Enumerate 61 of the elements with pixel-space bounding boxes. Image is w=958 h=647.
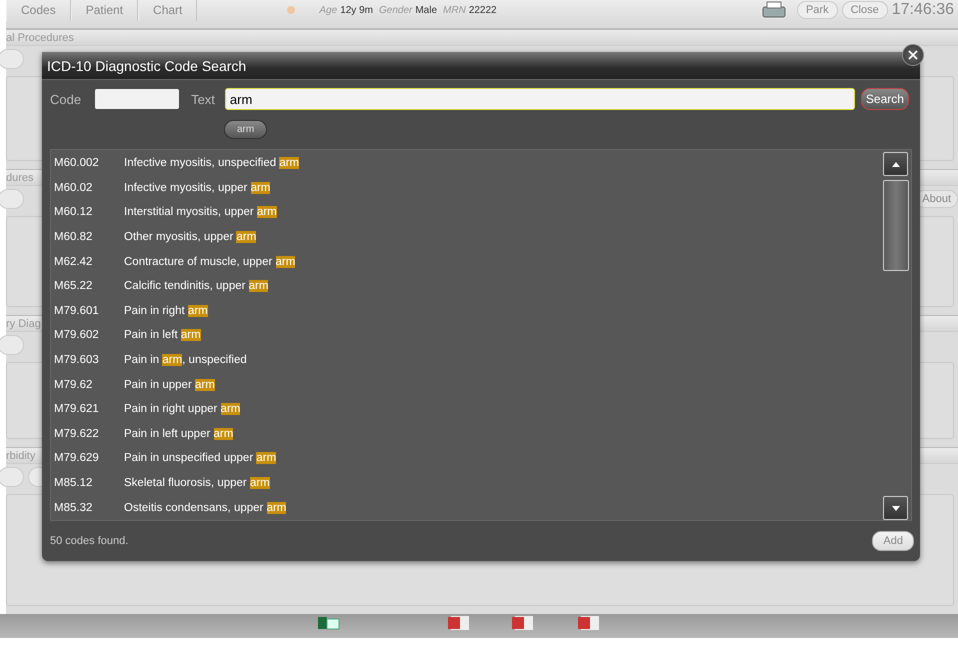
description-cell[interactable]: Osteitis condensans, upper arm xyxy=(124,502,286,514)
scrollbar-thumb[interactable] xyxy=(883,180,909,271)
field-value: 12y 9m xyxy=(340,4,373,16)
code-cell[interactable]: M79.601 xyxy=(51,304,124,317)
search-button[interactable]: Search xyxy=(860,88,909,110)
close-icon xyxy=(908,50,918,60)
slides-icon[interactable] xyxy=(448,616,470,630)
clock-time: 17:46:36 xyxy=(892,1,954,19)
slides-icon[interactable] xyxy=(578,616,600,630)
scroll-up-button[interactable] xyxy=(883,152,908,176)
code-cell[interactable]: M79.622 xyxy=(51,428,124,440)
code-label: Code xyxy=(50,92,82,106)
description-cell[interactable]: Pain in left upper arm xyxy=(124,428,234,440)
field-label: Gender xyxy=(378,4,412,16)
field-label: MRN xyxy=(443,4,466,16)
text-field[interactable]: arm xyxy=(224,88,855,110)
code-cell[interactable]: M60.12 xyxy=(51,206,124,218)
section-title: ry Diag xyxy=(6,318,41,330)
up-arrow-icon xyxy=(892,162,900,166)
description-cell[interactable]: Other myositis, upper arm xyxy=(124,231,256,244)
field-value: 22222 xyxy=(468,4,497,16)
slides-icon[interactable] xyxy=(512,616,534,630)
description-cell[interactable]: Skeletal fluorosis, upper arm xyxy=(124,477,270,490)
printer-icon[interactable] xyxy=(760,1,787,19)
code-cell[interactable]: M79.621 xyxy=(51,403,124,416)
code-cell[interactable]: M79.602 xyxy=(51,329,124,342)
description-cell[interactable]: Interstitial myositis, upper arm xyxy=(124,206,277,218)
description-cell[interactable]: Calcific tendinitis, upper arm xyxy=(124,280,268,292)
scroll-down-button[interactable] xyxy=(883,496,908,520)
description-cell[interactable]: Infective myositis, upper arm xyxy=(124,182,270,194)
description-cell[interactable]: Pain in left arm xyxy=(124,329,201,342)
description-cell[interactable]: Pain in right arm xyxy=(124,304,208,317)
code-cell[interactable]: M62.42 xyxy=(51,256,124,268)
description-cell[interactable]: Pain in upper arm xyxy=(124,378,215,391)
description-cell[interactable]: Infective myositis, unspecified arm xyxy=(124,157,300,170)
field-label: Age xyxy=(319,4,338,16)
description-cell[interactable]: Pain in arm, unspecified xyxy=(124,354,247,366)
status-dot-icon xyxy=(287,6,296,14)
code-field[interactable] xyxy=(95,89,180,109)
description-cell[interactable]: Pain in right upper arm xyxy=(124,403,240,416)
section-title: dures xyxy=(6,172,34,184)
code-cell[interactable]: M60.82 xyxy=(51,231,124,244)
down-arrow-icon xyxy=(892,506,900,510)
spreadsheet-icon[interactable] xyxy=(318,616,340,630)
code-cell[interactable]: M85.32 xyxy=(51,502,124,514)
search-term-chip[interactable]: arm xyxy=(224,120,268,139)
code-cell[interactable]: M79.603 xyxy=(51,354,124,366)
code-cell[interactable]: M65.22 xyxy=(51,280,124,292)
section-title: al Procedures xyxy=(6,32,74,44)
field-value: Male xyxy=(415,4,438,16)
description-cell[interactable]: Contracture of muscle, upper arm xyxy=(124,256,296,268)
code-cell[interactable]: M79.62 xyxy=(51,378,124,391)
code-cell[interactable]: M79.629 xyxy=(51,452,124,464)
results-count: 50 codes found. xyxy=(50,535,128,547)
code-cell[interactable]: M85.12 xyxy=(51,477,124,490)
text-label: Text xyxy=(191,92,215,106)
dialog-title: ICD-10 Diagnostic Code Search xyxy=(47,58,246,74)
section-title: rbidity xyxy=(6,450,36,462)
code-cell[interactable]: M60.02 xyxy=(51,182,124,194)
description-cell[interactable]: Pain in unspecified upper arm xyxy=(124,452,276,464)
code-cell[interactable]: M60.002 xyxy=(51,157,124,170)
